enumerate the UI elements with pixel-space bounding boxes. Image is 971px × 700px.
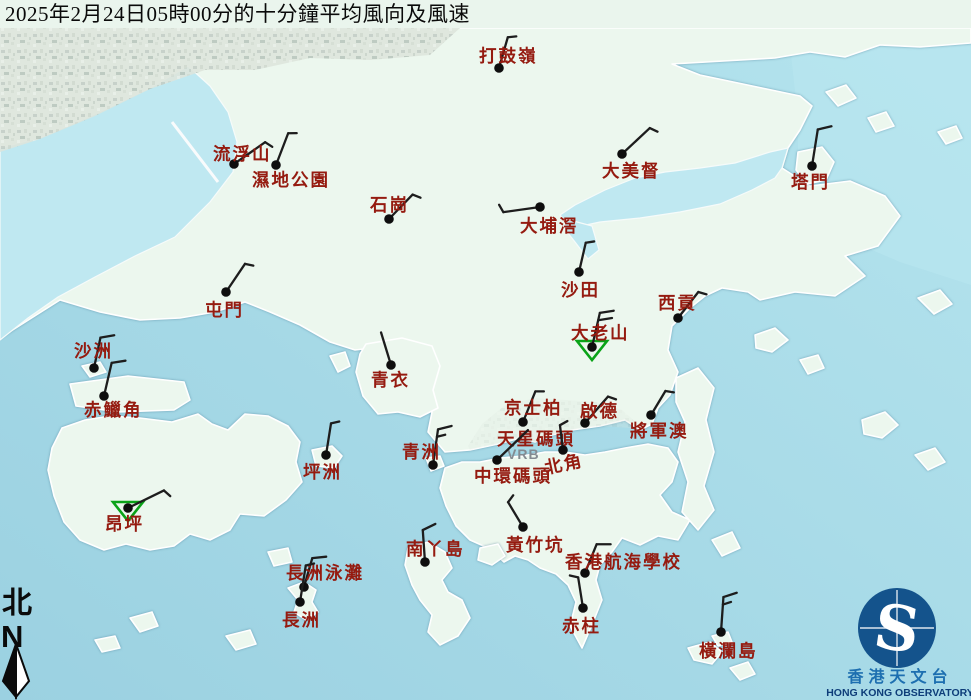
station-dot	[123, 503, 133, 513]
station-label: 青衣	[371, 370, 410, 390]
station-label: 赤柱	[562, 616, 601, 636]
station-label: 中環碼頭	[474, 466, 552, 486]
station-label: 大美督	[602, 161, 661, 181]
station-label: 南丫島	[406, 539, 465, 559]
station-dot	[807, 161, 817, 171]
compass-letter: N	[1, 619, 23, 654]
station-dot	[535, 202, 545, 212]
map-title: 2025年2月24日05時00分的十分鐘平均風向及風速	[0, 0, 971, 28]
station-dot	[578, 603, 588, 613]
map-canvas: 打鼓嶺流浮山濕地公園石崗大埔滘 大美督塔門沙田西貢大老山 屯門沙洲赤鱲角 青衣京士柏啟…	[0, 0, 971, 700]
wind-map: 打鼓嶺流浮山濕地公園石崗大埔滘 大美督塔門沙田西貢大老山 屯門沙洲赤鱲角 青衣京士柏啟…	[0, 0, 971, 700]
logo-cn-text: 香港天文台	[846, 667, 952, 686]
station-label: 沙田	[561, 280, 600, 300]
station-dot	[492, 455, 502, 465]
station-label: 西貢	[658, 293, 697, 313]
wind-barb-feather	[665, 391, 673, 392]
station-label: 大埔滘	[520, 216, 579, 236]
station-dot	[518, 417, 528, 427]
station-dot	[386, 360, 396, 370]
station-label: 赤鱲角	[84, 400, 143, 420]
station-label: 青洲	[402, 442, 441, 462]
station-label: 長洲泳灘	[286, 563, 364, 583]
station-dot	[587, 342, 597, 352]
station-label: 濕地公園	[252, 170, 330, 190]
station-label: 坪洲	[303, 462, 342, 482]
station-label: 屯門	[205, 300, 244, 320]
compass-hanzi: 北	[2, 587, 32, 620]
station-dot	[617, 149, 627, 159]
wind-barb-feather	[586, 241, 594, 242]
station-label: 塔門	[791, 172, 830, 192]
vrb-wind-indicator: VRB	[507, 446, 540, 462]
station-label: 黃竹坑	[505, 535, 565, 555]
wind-barb-feather	[312, 557, 326, 558]
station-label: 大老山	[571, 323, 630, 343]
station-dot	[673, 313, 683, 323]
station-dot	[716, 627, 726, 637]
station-label: 將軍澳	[630, 421, 689, 441]
wind-barb-feather	[508, 36, 516, 37]
station-label: 打鼓嶺	[479, 46, 538, 66]
station-label: 啟德	[580, 401, 619, 421]
station-label: 流浮山	[213, 144, 272, 164]
station-label: 昂坪	[105, 514, 144, 534]
station-label: 香港航海學校	[565, 552, 682, 572]
station-dot	[321, 450, 331, 460]
logo-en-text: HONG KONG OBSERVATORY	[826, 687, 971, 699]
station-dot	[574, 267, 584, 277]
station-label: 橫瀾島	[699, 641, 758, 661]
station-dot	[221, 287, 231, 297]
station-label: 京士柏	[504, 398, 563, 418]
station-label: 長洲	[282, 610, 321, 630]
title-bar: 2025年2月24日05時00分的十分鐘平均風向及風速	[0, 0, 971, 28]
station-label: 石崗	[369, 195, 409, 215]
station-dot	[295, 597, 305, 607]
station-label: 沙洲	[74, 341, 113, 361]
station-dot	[518, 522, 528, 532]
station-dot	[646, 410, 656, 420]
station-dot	[384, 214, 394, 224]
station-dot	[271, 160, 281, 170]
station-dot	[89, 363, 99, 373]
